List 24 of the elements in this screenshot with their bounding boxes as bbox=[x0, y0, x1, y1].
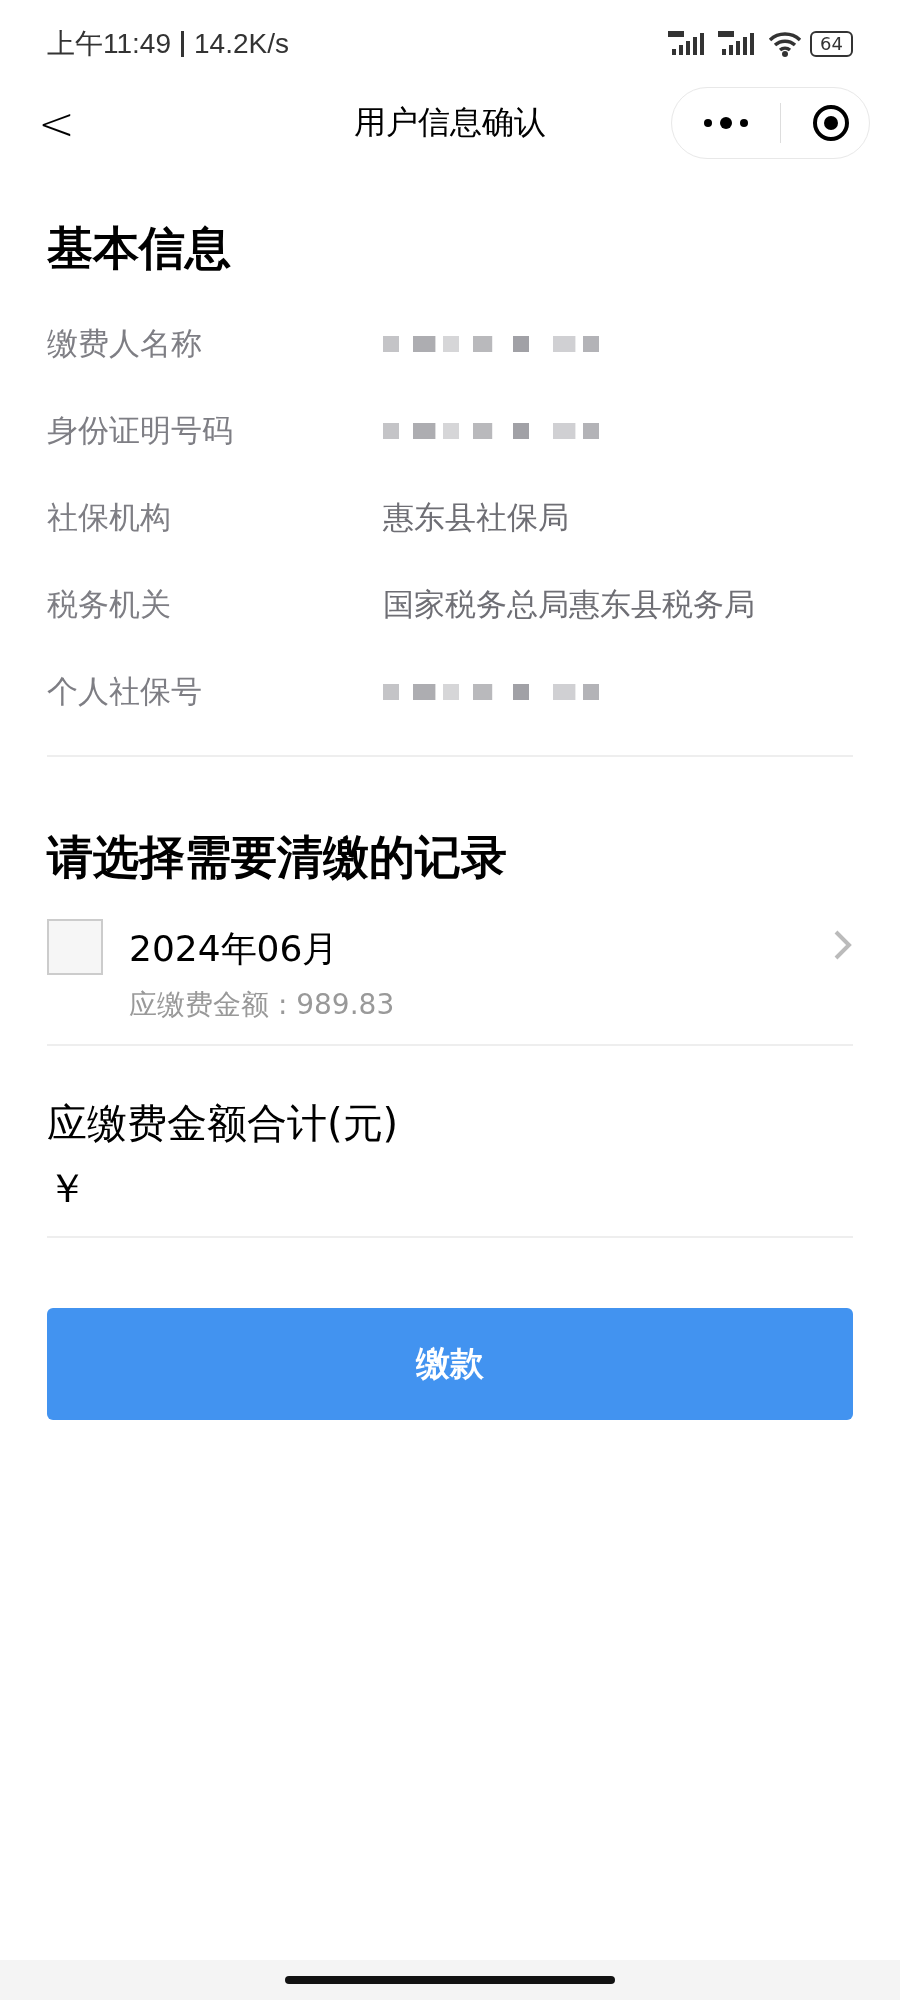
field-value: 国家税务总局惠东县税务局 bbox=[383, 584, 755, 624]
record-period: 2024年06月 bbox=[129, 927, 340, 971]
status-time: 上午11:49 bbox=[47, 27, 171, 61]
section-heading: 请选择需要清缴的记录 bbox=[47, 829, 508, 886]
page-title: 用户信息确认 bbox=[354, 102, 546, 143]
network-speed: 14.2K/s bbox=[194, 28, 289, 60]
wifi-icon bbox=[768, 31, 803, 57]
home-indicator[interactable] bbox=[285, 1976, 615, 1984]
chevron-right-icon[interactable] bbox=[833, 929, 853, 961]
close-icon[interactable] bbox=[811, 103, 851, 143]
field-label: 个人社保号 bbox=[47, 671, 203, 711]
checkbox[interactable] bbox=[47, 919, 103, 975]
total-label: 应缴费金额合计(元) bbox=[47, 1099, 400, 1148]
back-button[interactable]: < bbox=[30, 97, 83, 149]
battery-icon: 64 bbox=[810, 31, 853, 57]
field-label: 身份证明号码 bbox=[47, 410, 234, 450]
field-label: 缴费人名称 bbox=[47, 323, 203, 363]
field-value: 惠东县社保局 bbox=[383, 497, 569, 537]
more-icon[interactable] bbox=[702, 116, 750, 130]
record-amount: 应缴费金额 : 989.83 bbox=[129, 987, 395, 1023]
total-amount: ￥ bbox=[47, 1164, 88, 1213]
field-label: 税务机关 bbox=[47, 584, 172, 624]
section-heading: 基本信息 bbox=[47, 220, 232, 277]
field-label: 社保机构 bbox=[47, 497, 172, 537]
